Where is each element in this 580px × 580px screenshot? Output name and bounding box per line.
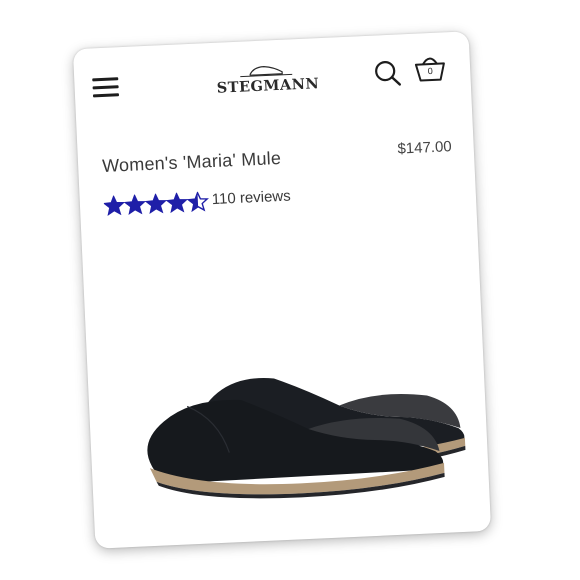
product-price: $147.00 <box>397 138 453 158</box>
search-icon[interactable] <box>373 58 402 87</box>
brand-name: STEGMANN <box>216 75 320 97</box>
product-page-card: STEGMANN 0 Women's 'Maria' Mule $147.00 <box>72 31 492 549</box>
site-header: STEGMANN 0 <box>73 31 472 129</box>
rating-star-3 <box>145 193 167 214</box>
rating-row: 110 reviews <box>103 188 291 216</box>
cart-count: 0 <box>427 65 433 77</box>
reviews-link[interactable]: 110 reviews <box>211 188 291 209</box>
basket-icon[interactable]: 0 <box>413 52 446 83</box>
product-image <box>147 377 466 499</box>
brand-logo[interactable]: STEGMANN <box>216 58 320 102</box>
rating-star-2 <box>124 194 146 215</box>
rating-star-1 <box>103 195 125 216</box>
hamburger-menu-icon[interactable] <box>92 77 120 98</box>
rating-star-4 <box>166 192 188 213</box>
product-title: Women's 'Maria' Mule <box>101 147 282 177</box>
star-rating[interactable] <box>103 191 213 216</box>
